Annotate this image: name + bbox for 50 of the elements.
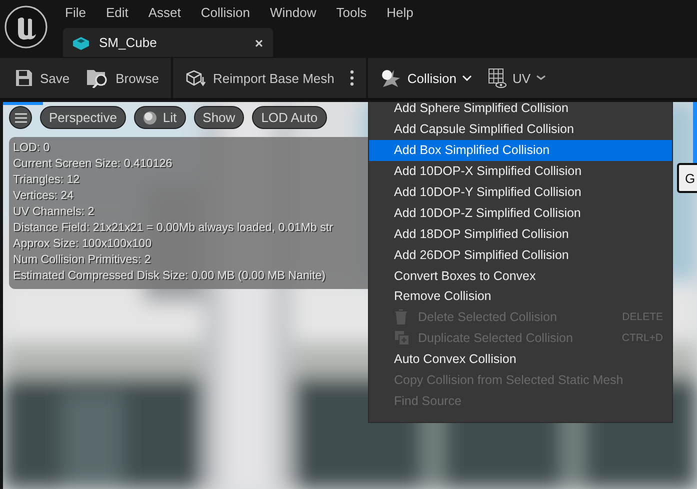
menu-item[interactable]: Help xyxy=(376,4,424,20)
uv-dropdown[interactable]: UV xyxy=(480,62,554,94)
collision-burst-icon xyxy=(380,68,402,88)
stat-line: Estimated Compressed Disk Size: 0.00 MB (0.00 MB Nanite) xyxy=(13,268,326,284)
editor-tab[interactable]: SM_Cube × xyxy=(63,28,273,57)
folder-search-icon xyxy=(86,68,110,88)
save-icon xyxy=(14,69,34,87)
app-logo-icon[interactable] xyxy=(4,5,48,49)
duplicate-icon xyxy=(394,330,410,346)
stat-line: Vertices: 24 xyxy=(13,188,74,204)
menu-item[interactable]: Add Sphere Simplified Collision xyxy=(369,102,672,119)
viewport-option-button[interactable]: Show xyxy=(194,106,244,129)
stat-line: Current Screen Size: 0.410126 xyxy=(13,156,172,172)
viewport-option-button[interactable]: LOD Auto xyxy=(252,106,327,129)
uv-grid-icon xyxy=(488,68,508,88)
menu-item[interactable]: Add 10DOP-X Simplified Collision xyxy=(369,160,672,182)
menu-item[interactable]: Window xyxy=(260,4,326,20)
stat-line: Triangles: 12 xyxy=(13,172,80,188)
more-icon xyxy=(350,70,354,86)
menu-item[interactable]: Add 10DOP-Y Simplified Collision xyxy=(369,182,672,202)
menu-item[interactable]: Remove Collision xyxy=(369,286,672,307)
sphere-icon xyxy=(142,110,157,124)
trash-icon xyxy=(394,309,408,326)
side-button[interactable]: G xyxy=(677,163,697,193)
menu-item[interactable]: Tools xyxy=(326,4,377,20)
menu-item[interactable]: Add 18DOP Simplified Collision xyxy=(369,223,672,244)
mesh-reimport-icon xyxy=(185,69,207,87)
menu-item[interactable]: Collision xyxy=(190,4,260,20)
menu-item[interactable]: Add 10DOP-Z Simplified Collision xyxy=(369,202,672,224)
stat-line: UV Channels: 2 xyxy=(13,204,94,220)
menu-item[interactable]: Asset xyxy=(138,4,191,20)
menu-item[interactable]: File xyxy=(63,4,96,20)
save-button[interactable]: Save xyxy=(6,62,78,94)
stat-line: Distance Field: 21x21x21 = 0.00Mb always loaded, 0.01Mb str xyxy=(13,220,333,236)
close-button[interactable]: × xyxy=(252,34,265,50)
lit-button[interactable]: Lit xyxy=(134,106,186,129)
reimport-button[interactable]: Reimport Base Mesh xyxy=(177,62,342,94)
cube-icon xyxy=(71,34,91,50)
menu-item[interactable]: Add Capsule Simplified Collision xyxy=(369,118,672,140)
viewport-option-button[interactable]: Perspective xyxy=(40,106,126,129)
stat-line: LOD: 0 xyxy=(13,140,50,156)
browse-button[interactable]: Browse xyxy=(78,62,167,94)
menu-item[interactable]: Edit xyxy=(96,4,138,20)
stat-line: Approx Size: 100x100x100 xyxy=(13,236,152,252)
menu-icon xyxy=(14,112,26,122)
menu-item[interactable]: Add Box Simplified Collision xyxy=(369,140,672,161)
stat-line: Num Collision Primitives: 2 xyxy=(13,252,151,268)
menu-item[interactable]: Add 26DOP Simplified Collision xyxy=(369,244,672,266)
collision-dropdown[interactable]: Collision xyxy=(372,62,480,94)
menu-item[interactable]: Convert Boxes to Convex xyxy=(369,265,672,286)
